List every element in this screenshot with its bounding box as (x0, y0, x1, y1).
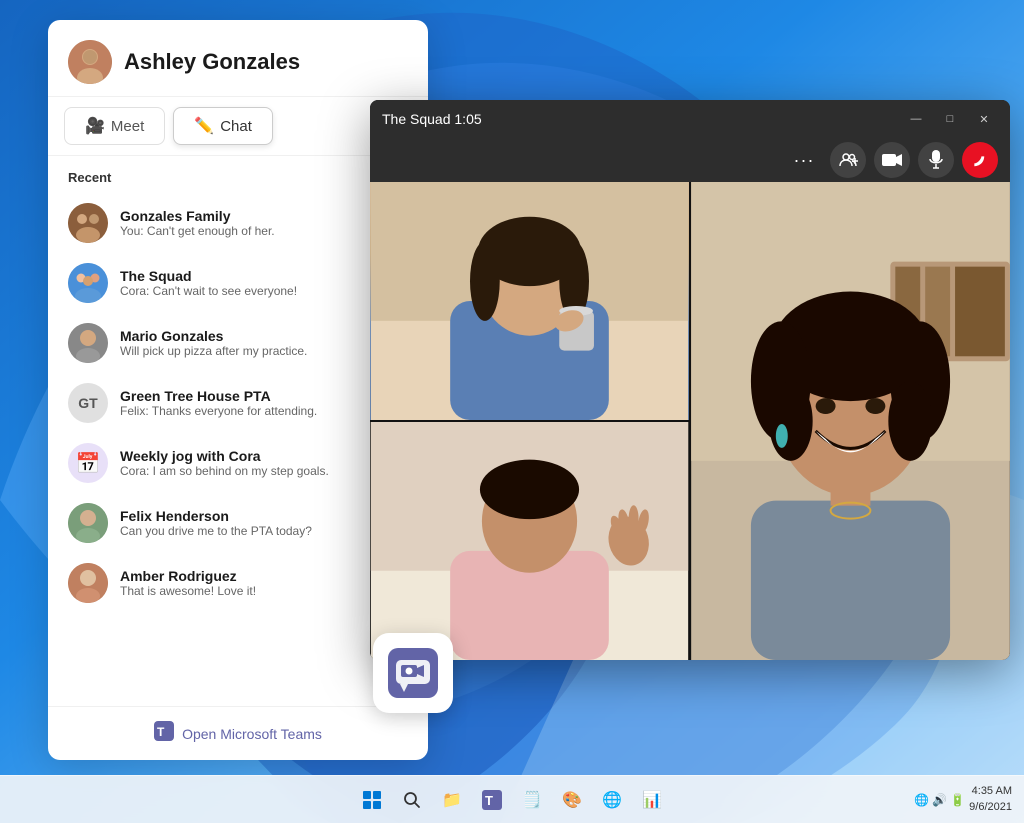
close-button[interactable]: ✕ (970, 108, 998, 130)
avatar (68, 563, 108, 603)
list-item[interactable]: Gonzales Family You: Can't get enough of… (56, 193, 420, 253)
teams-taskbar-button[interactable]: T (474, 782, 510, 818)
task-view-button[interactable]: 📁 (434, 782, 470, 818)
volume-icon[interactable]: 🔊 (932, 793, 947, 807)
camera-button[interactable] (874, 142, 910, 178)
video-cell-1 (370, 182, 689, 420)
edge-button[interactable]: 🌐 (594, 782, 630, 818)
chat-item-info: Gonzales Family You: Can't get enough of… (120, 208, 408, 238)
chat-item-name: Weekly jog with Cora (120, 448, 408, 464)
chat-item-message: Can you drive me to the PTA today? (120, 524, 408, 538)
video-titlebar: The Squad 1:05 — □ ✕ (370, 100, 1010, 138)
taskbar: 📁 T 🗒️ 🎨 🌐 📊 🌐 🔊 🔋 4:35 AM 9/6/2021 (0, 775, 1024, 823)
avatar (68, 323, 108, 363)
avatar (68, 503, 108, 543)
chat-item-name: Gonzales Family (120, 208, 408, 224)
taskbar-center: 📁 T 🗒️ 🎨 🌐 📊 (354, 782, 670, 818)
search-button[interactable] (394, 782, 430, 818)
chat-panel-header: Ashley Gonzales (48, 20, 428, 97)
end-call-button[interactable] (962, 142, 998, 178)
chat-item-info: Mario Gonzales Will pick up pizza after … (120, 328, 408, 358)
list-item[interactable]: Mario Gonzales Will pick up pizza after … (56, 313, 420, 373)
window-controls: — □ ✕ (902, 108, 998, 130)
video-toolbar: ··· (370, 138, 1010, 182)
video-cell-2 (370, 422, 689, 660)
user-name: Ashley Gonzales (124, 49, 300, 75)
teams-logo-icon: T (154, 721, 174, 746)
sticky-notes-button[interactable]: 🗒️ (514, 782, 550, 818)
meet-icon: 🎥 (85, 116, 105, 136)
avatar: GT (68, 383, 108, 423)
tab-chat[interactable]: ✏️ Chat (173, 107, 273, 145)
chat-item-info: Weekly jog with Cora Cora: I am so behin… (120, 448, 408, 478)
list-item[interactable]: 📅 Weekly jog with Cora Cora: I am so beh… (56, 433, 420, 493)
system-clock[interactable]: 4:35 AM 9/6/2021 (969, 784, 1012, 815)
chat-icon: ✏️ (194, 116, 214, 136)
chat-item-message: Will pick up pizza after my practice. (120, 344, 408, 358)
chat-item-info: Amber Rodriguez That is awesome! Love it… (120, 568, 408, 598)
chat-item-name: Felix Henderson (120, 508, 408, 524)
avatar: 📅 (68, 443, 108, 483)
tab-meet[interactable]: 🎥 Meet (64, 107, 165, 145)
chat-item-info: Green Tree House PTA Felix: Thanks every… (120, 388, 408, 418)
svg-text:T: T (485, 793, 493, 808)
user-avatar-image (68, 40, 112, 84)
teams-notification-icon[interactable] (373, 633, 453, 713)
list-item[interactable]: Amber Rodriguez That is awesome! Love it… (56, 553, 420, 613)
tab-chat-label: Chat (220, 118, 252, 135)
chat-item-name: Green Tree House PTA (120, 388, 408, 404)
chat-item-name: Mario Gonzales (120, 328, 408, 344)
list-item[interactable]: Felix Henderson Can you drive me to the … (56, 493, 420, 553)
video-call-window: The Squad 1:05 — □ ✕ ··· (370, 100, 1010, 660)
avatar (68, 40, 112, 84)
video-grid (370, 182, 1010, 660)
clock-time: 4:35 AM (969, 784, 1012, 799)
avatar (68, 263, 108, 303)
svg-text:T: T (157, 725, 165, 739)
participants-button[interactable] (830, 142, 866, 178)
mic-button[interactable] (918, 142, 954, 178)
minimize-button[interactable]: — (902, 108, 930, 130)
chat-item-message: You: Can't get enough of her. (120, 224, 408, 238)
system-tray: 🌐 🔊 🔋 (914, 793, 965, 807)
paint-button[interactable]: 🎨 (554, 782, 590, 818)
video-call-title: The Squad 1:05 (382, 111, 482, 127)
chat-item-info: The Squad Cora: Can't wait to see everyo… (120, 268, 408, 298)
taskbar-right: 🌐 🔊 🔋 4:35 AM 9/6/2021 (914, 784, 1012, 815)
chat-item-message: Cora: Can't wait to see everyone! (120, 284, 408, 298)
open-teams-label: Open Microsoft Teams (182, 726, 322, 742)
more-options-button[interactable]: ··· (786, 142, 822, 178)
chat-item-info: Felix Henderson Can you drive me to the … (120, 508, 408, 538)
maximize-button[interactable]: □ (936, 108, 964, 130)
start-button[interactable] (354, 782, 390, 818)
list-item[interactable]: GT Green Tree House PTA Felix: Thanks ev… (56, 373, 420, 433)
chat-item-message: Felix: Thanks everyone for attending. (120, 404, 408, 418)
chat-item-name: Amber Rodriguez (120, 568, 408, 584)
video-cell-main (691, 182, 1010, 660)
battery-icon[interactable]: 🔋 (950, 793, 965, 807)
list-item[interactable]: The Squad Cora: Can't wait to see everyo… (56, 253, 420, 313)
chat-item-message: That is awesome! Love it! (120, 584, 408, 598)
tab-meet-label: Meet (111, 118, 144, 135)
open-teams-button[interactable]: T Open Microsoft Teams (48, 706, 428, 760)
network-icon[interactable]: 🌐 (914, 793, 929, 807)
clock-date: 9/6/2021 (969, 800, 1012, 815)
avatar (68, 203, 108, 243)
chat-item-name: The Squad (120, 268, 408, 284)
office-button[interactable]: 📊 (634, 782, 670, 818)
chat-item-message: Cora: I am so behind on my step goals. (120, 464, 408, 478)
